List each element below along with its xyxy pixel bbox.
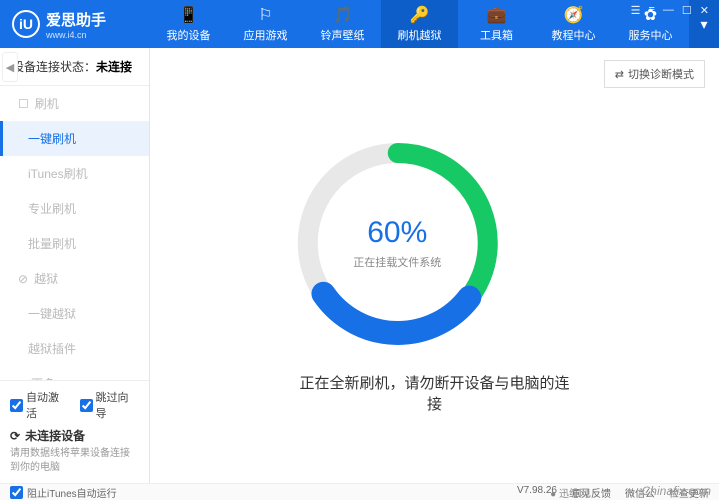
nav-icon: 💼 bbox=[487, 5, 507, 25]
logo-area: iU 爱思助手 www.i4.cn bbox=[0, 9, 150, 40]
app-url: www.i4.cn bbox=[46, 30, 106, 40]
nav-icon: 🧭 bbox=[564, 5, 584, 25]
top-nav: 📱我的设备⚐应用游戏🎵铃声壁纸🔑刷机越狱💼工具箱🧭教程中心✿服务中心 bbox=[150, 0, 689, 48]
progress-area: 60% 正在挂载文件系统 正在全新刷机，请勿断开设备与电脑的连接 bbox=[292, 138, 577, 414]
diagnostic-mode-button[interactable]: ⇄ 切换诊断模式 bbox=[604, 60, 705, 88]
nav-item-5[interactable]: 🧭教程中心 bbox=[535, 0, 612, 48]
nav-icon: 📱 bbox=[179, 5, 199, 25]
nav-item-0[interactable]: 📱我的设备 bbox=[150, 0, 227, 48]
progress-sub: 正在挂载文件系统 bbox=[353, 254, 441, 270]
close-button[interactable]: ✕ bbox=[700, 4, 709, 17]
progress-ring: 60% 正在挂载文件系统 bbox=[292, 138, 502, 348]
nav-icon: ⚐ bbox=[258, 5, 272, 25]
sidebar-category[interactable]: ☐刷机 bbox=[0, 86, 149, 121]
conn-value: 未连接 bbox=[96, 60, 132, 74]
sidebar-item[interactable]: 一键越狱 bbox=[0, 296, 149, 331]
footer: 阻止iTunes自动运行 V7.98.26 意见反馈 微信公 检查更新 bbox=[0, 483, 719, 500]
minimize-button[interactable]: — bbox=[663, 4, 674, 16]
block-itunes-checkbox[interactable]: 阻止iTunes自动运行 bbox=[10, 485, 117, 500]
sidebar-item[interactable]: 越狱插件 bbox=[0, 331, 149, 366]
sidebar-category[interactable]: ≡更多 bbox=[0, 366, 149, 380]
nav-icon: 🎵 bbox=[333, 5, 353, 25]
watermark-site: Chinafix.com bbox=[642, 484, 711, 498]
sidebar-item[interactable]: iTunes刷机 bbox=[0, 156, 149, 191]
conn-label: 设备连接状态： bbox=[12, 60, 96, 74]
nav-item-3[interactable]: 🔑刷机越狱 bbox=[381, 0, 458, 48]
maximize-button[interactable]: ☐ bbox=[682, 4, 692, 17]
main-panel: ⇄ 切换诊断模式 60% 正在挂载文件系统 正在全新刷机，请勿断开设备与电脑的连… bbox=[150, 48, 719, 483]
nav-item-2[interactable]: 🎵铃声壁纸 bbox=[304, 0, 381, 48]
refresh-icon: ⟳ bbox=[10, 429, 20, 443]
progress-percent: 60% bbox=[353, 216, 441, 250]
category-icon: ☐ bbox=[18, 97, 29, 111]
menu-icon[interactable]: ☰ bbox=[631, 4, 641, 17]
watermark-brand: ● 迅维网 bbox=[550, 485, 589, 500]
no-connection-title: ⟳ 未连接设备 bbox=[10, 427, 139, 444]
sidebar-list: ☐刷机一键刷机iTunes刷机专业刷机批量刷机⊘越狱一键越狱越狱插件≡更多其他工… bbox=[0, 86, 149, 380]
sidebar-item[interactable]: 一键刷机 bbox=[0, 121, 149, 156]
sidebar-bottom: 自动激活 跳过向导 ⟳ 未连接设备 请用数据线将苹果设备连接到你的电脑 bbox=[0, 380, 149, 483]
sidebar-category[interactable]: ⊘越狱 bbox=[0, 261, 149, 296]
settings-icon[interactable]: ≡ bbox=[648, 4, 654, 16]
sidebar-item[interactable]: 专业刷机 bbox=[0, 191, 149, 226]
auto-activate-checkbox[interactable]: 自动激活 bbox=[10, 389, 70, 421]
nav-item-4[interactable]: 💼工具箱 bbox=[458, 0, 535, 48]
sidebar: 设备连接状态：未连接 ☐刷机一键刷机iTunes刷机专业刷机批量刷机⊘越狱一键越… bbox=[0, 48, 150, 483]
app-header: iU 爱思助手 www.i4.cn 📱我的设备⚐应用游戏🎵铃声壁纸🔑刷机越狱💼工… bbox=[0, 0, 719, 48]
back-arrow-button[interactable]: ◀ bbox=[2, 52, 18, 82]
nav-item-1[interactable]: ⚐应用游戏 bbox=[227, 0, 304, 48]
window-controls: ☰ ≡ — ☐ ✕ bbox=[631, 0, 715, 17]
nav-icon: 🔑 bbox=[410, 5, 430, 25]
sidebar-item[interactable]: 批量刷机 bbox=[0, 226, 149, 261]
no-connection-sub: 请用数据线将苹果设备连接到你的电脑 bbox=[10, 447, 139, 475]
connection-status: 设备连接状态：未连接 bbox=[0, 48, 149, 86]
app-name: 爱思助手 bbox=[46, 9, 106, 30]
progress-message: 正在全新刷机，请勿断开设备与电脑的连接 bbox=[292, 372, 577, 414]
skip-guide-checkbox[interactable]: 跳过向导 bbox=[80, 389, 140, 421]
category-icon: ⊘ bbox=[18, 272, 28, 286]
swap-icon: ⇄ bbox=[615, 68, 624, 81]
logo-icon: iU bbox=[12, 10, 40, 38]
